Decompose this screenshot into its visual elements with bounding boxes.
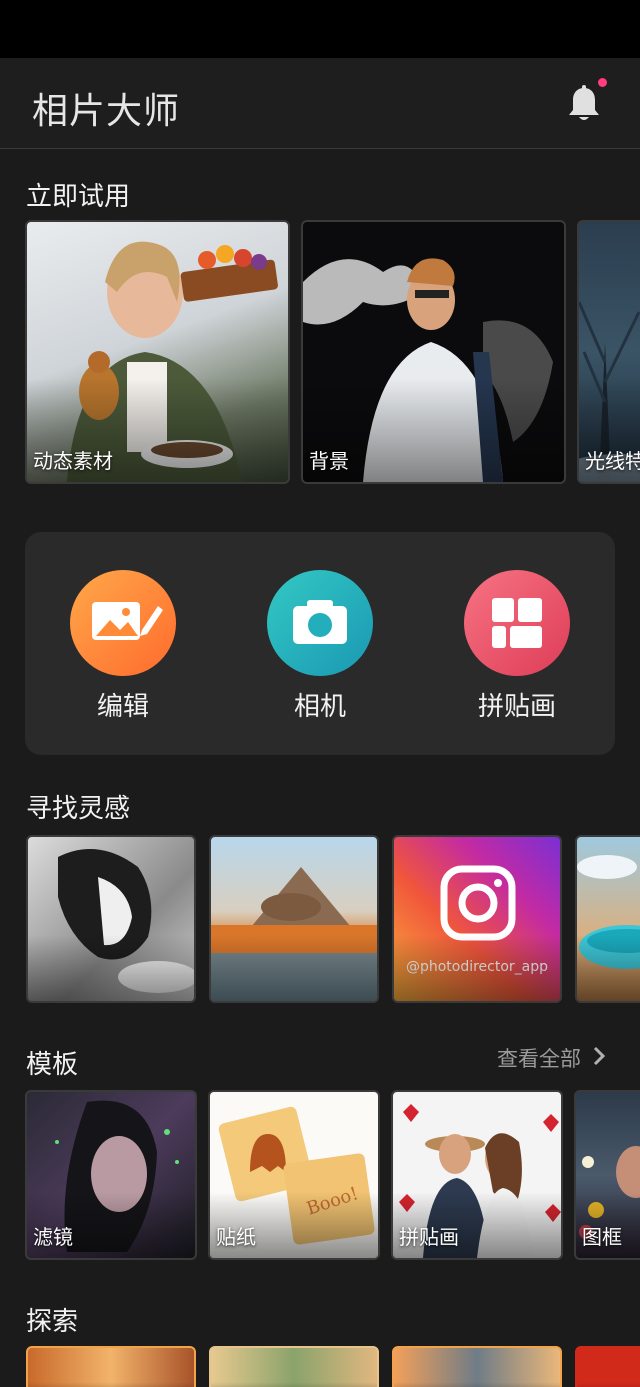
template-card-filter[interactable]: 滤镜 — [25, 1090, 197, 1260]
try-now-carousel[interactable]: 动态素材 背景 光线特 — [0, 220, 640, 486]
notification-dot — [598, 78, 607, 87]
instagram-icon — [440, 865, 516, 941]
status-bar — [0, 0, 640, 58]
explore-card[interactable] — [209, 1346, 379, 1387]
try-card-label: 动态素材 — [33, 449, 113, 473]
explore-carousel[interactable] — [0, 1346, 640, 1387]
photo-edit-icon — [92, 602, 163, 640]
main-tools-panel: 编辑 相机 拼贴画 — [25, 532, 615, 755]
try-card-label: 背景 — [309, 449, 349, 473]
inspiration-card-instagram[interactable]: @photodirector_app — [392, 835, 562, 1003]
try-card-light-effects[interactable]: 光线特 — [577, 220, 640, 484]
app-bar: 相片大师 — [0, 58, 640, 149]
template-card-sticker[interactable]: Booo! 贴纸 — [208, 1090, 380, 1260]
try-card-animated-stickers[interactable]: 动态素材 — [25, 220, 290, 484]
chevron-right-icon[interactable] — [592, 1045, 606, 1067]
template-card-label: 图框 — [582, 1225, 622, 1249]
edit-tool-label: 编辑 — [96, 692, 149, 722]
section-title-try-now: 立即试用 — [26, 182, 131, 212]
edit-tool-circle — [70, 570, 176, 676]
explore-card[interactable] — [575, 1346, 640, 1387]
inspiration-carousel[interactable]: @photodirector_app — [0, 835, 640, 1005]
template-card-label: 拼贴画 — [399, 1225, 459, 1249]
section-title-inspiration: 寻找灵感 — [26, 794, 131, 824]
inspiration-card-portrait[interactable] — [26, 835, 196, 1003]
app-title: 相片大师 — [32, 91, 181, 132]
collage-icon — [492, 598, 542, 648]
camera-tool-button[interactable]: 相机 — [260, 570, 380, 723]
try-card-background[interactable]: 背景 — [301, 220, 566, 484]
camera-icon — [293, 600, 347, 644]
notification-bell-icon[interactable] — [566, 84, 602, 124]
explore-card[interactable] — [392, 1346, 562, 1387]
explore-card[interactable] — [26, 1346, 196, 1387]
camera-tool-circle — [267, 570, 373, 676]
see-all-link[interactable]: 查看全部 — [497, 1043, 581, 1073]
template-card-label: 滤镜 — [33, 1225, 73, 1249]
double-exposure-image — [58, 849, 194, 993]
section-title-templates: 模板 — [26, 1050, 79, 1080]
teacup-image — [577, 855, 640, 969]
try-card-label: 光线特 — [585, 449, 640, 473]
template-card-collage[interactable]: 拼贴画 — [391, 1090, 563, 1260]
mountain-turtle-image — [211, 867, 377, 1001]
inspiration-card-teacup[interactable] — [575, 835, 640, 1003]
inspiration-card-landscape[interactable] — [209, 835, 379, 1003]
woman-eating-image — [67, 241, 278, 482]
camera-tool-label: 相机 — [293, 692, 346, 722]
man-smoke-image — [303, 258, 553, 482]
template-card-frame[interactable]: 图框 — [574, 1090, 640, 1260]
winter-tree-image — [579, 301, 640, 482]
section-title-explore: 探索 — [26, 1307, 79, 1337]
collage-tool-button[interactable]: 拼贴画 — [457, 570, 577, 723]
edit-tool-button[interactable]: 编辑 — [63, 570, 183, 723]
collage-tool-label: 拼贴画 — [477, 692, 556, 722]
templates-carousel[interactable]: 滤镜 Booo! 贴纸 拼贴画 图框 — [0, 1090, 640, 1262]
instagram-handle: @photodirector_app — [405, 959, 549, 975]
template-card-label: 贴纸 — [216, 1225, 256, 1249]
collage-tool-circle — [464, 570, 570, 676]
